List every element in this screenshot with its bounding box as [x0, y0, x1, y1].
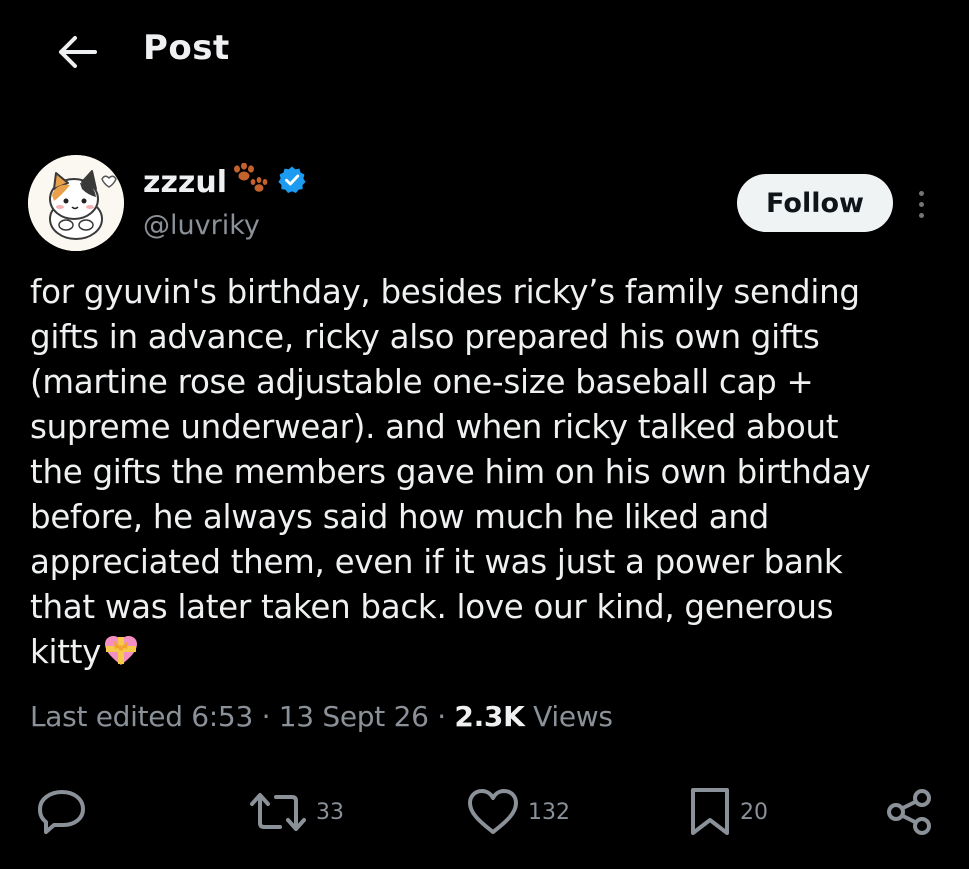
paw-prints-icon	[231, 162, 271, 201]
more-options-button[interactable]	[906, 184, 936, 224]
reply-button[interactable]	[36, 780, 88, 844]
like-count: 132	[528, 799, 570, 825]
heart-with-ribbon-icon	[103, 634, 139, 679]
repost-icon	[250, 793, 306, 831]
post-page: Post zzzul @luvriky Follow for gyuvin's …	[0, 0, 969, 869]
display-name-row: zzzul	[143, 160, 307, 204]
page-title: Post	[143, 28, 230, 68]
cat-avatar-image	[28, 155, 124, 251]
post-date: 13 Sept 26	[278, 700, 429, 733]
display-name[interactable]: zzzul	[143, 165, 227, 200]
edited-label[interactable]: Last edited 6:53	[30, 700, 253, 733]
back-button[interactable]	[52, 30, 102, 74]
bookmark-icon	[691, 788, 729, 835]
views-label: Views	[524, 700, 613, 733]
post-text: for gyuvin's birthday, besides ricky’s f…	[30, 273, 871, 671]
like-button[interactable]: 132	[466, 780, 570, 844]
bookmark-count: 20	[740, 799, 768, 825]
more-dots-icon	[918, 190, 924, 196]
action-bar: 33 132 20	[0, 780, 969, 850]
share-button[interactable]	[884, 780, 936, 844]
share-icon	[887, 789, 931, 835]
repost-count: 33	[316, 799, 344, 825]
verified-badge-icon	[277, 165, 307, 199]
user-handle[interactable]: @luvriky	[143, 210, 260, 241]
follow-button[interactable]: Follow	[737, 174, 893, 232]
bookmark-button[interactable]: 20	[688, 780, 768, 844]
post-meta: Last edited 6:53 · 13 Sept 26 · 2.3K Vie…	[30, 700, 613, 733]
avatar[interactable]	[28, 155, 124, 251]
post-text-block: for gyuvin's birthday, besides ricky’s f…	[30, 270, 940, 679]
top-bar: Post	[0, 0, 969, 110]
heart-icon	[468, 789, 518, 834]
repost-button[interactable]: 33	[248, 780, 344, 844]
views-count: 2.3K	[454, 700, 525, 733]
reply-bubble-icon	[38, 790, 85, 834]
arrow-left-icon	[59, 36, 97, 68]
